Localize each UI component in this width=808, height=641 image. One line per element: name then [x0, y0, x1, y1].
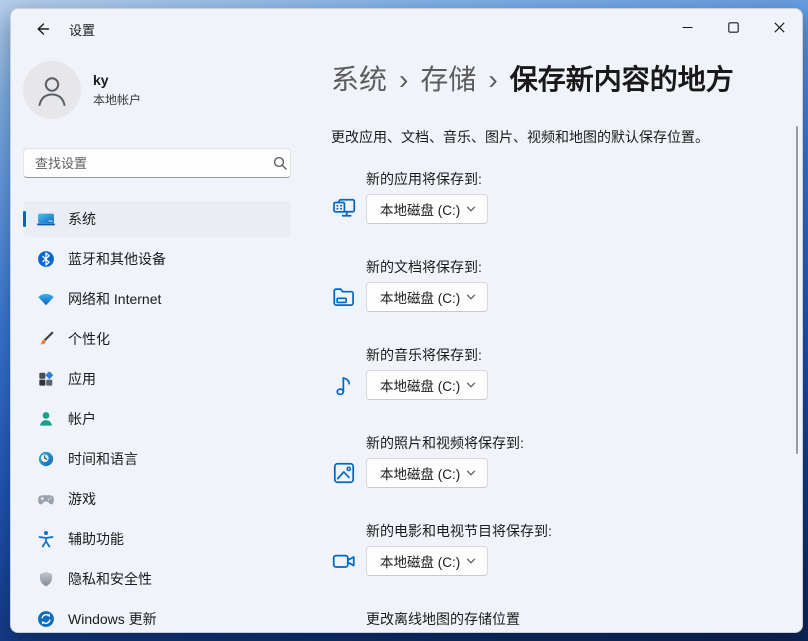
- sidebar-item-personalization[interactable]: 个性化: [23, 321, 291, 357]
- save-location-section-photos: 新的照片和视频将保存到: 本地磁盘 (C:): [331, 433, 802, 488]
- back-arrow-icon: [34, 21, 50, 37]
- page-title: 保存新内容的地方: [510, 64, 734, 95]
- sidebar-item-label: 游戏: [68, 489, 96, 509]
- user-account-type: 本地帐户: [93, 91, 141, 108]
- close-icon: [774, 22, 785, 33]
- breadcrumb-separator: ›: [488, 64, 497, 95]
- sidebar-item-accessibility[interactable]: 辅助功能: [23, 521, 291, 557]
- dropdown-value: 本地磁盘 (C:): [380, 463, 460, 483]
- maximize-icon: [728, 22, 739, 33]
- offline-maps-label: 更改离线地图的存储位置: [366, 609, 802, 629]
- new-documents-icon: [331, 284, 357, 310]
- bluetooth-icon: [36, 249, 56, 269]
- section-label: 新的应用将保存到:: [366, 169, 802, 189]
- sidebar: ky 本地帐户: [11, 49, 321, 633]
- titlebar: 设置: [11, 9, 802, 49]
- caption-controls: [664, 9, 802, 45]
- chevron-down-icon: [465, 379, 477, 391]
- music-location-dropdown[interactable]: 本地磁盘 (C:): [366, 370, 488, 400]
- settings-window: 设置 ky: [10, 8, 803, 633]
- section-label: 新的文档将保存到:: [366, 257, 802, 277]
- accounts-icon: [36, 409, 56, 429]
- save-location-section-apps: 新的应用将保存到: 本地磁盘 (C:): [331, 169, 802, 224]
- close-button[interactable]: [756, 9, 802, 45]
- search-input[interactable]: [23, 148, 291, 178]
- sidebar-item-gaming[interactable]: 游戏: [23, 481, 291, 517]
- new-music-icon: [331, 372, 357, 398]
- sidebar-item-time-language[interactable]: 时间和语言: [23, 441, 291, 477]
- system-icon: [36, 209, 56, 229]
- windows-update-icon: [36, 609, 56, 629]
- selected-indicator: [23, 211, 26, 227]
- apps-location-dropdown[interactable]: 本地磁盘 (C:): [366, 194, 488, 224]
- sidebar-item-label: Windows 更新: [68, 609, 157, 629]
- sidebar-item-label: 个性化: [68, 329, 110, 349]
- sidebar-item-bluetooth[interactable]: 蓝牙和其他设备: [23, 241, 291, 277]
- maximize-button[interactable]: [710, 9, 756, 45]
- search-icon: [273, 156, 287, 170]
- new-movies-tv-icon: [331, 548, 357, 574]
- minimize-icon: [682, 22, 693, 33]
- personalization-icon: [36, 329, 56, 349]
- chevron-down-icon: [465, 203, 477, 215]
- sidebar-item-privacy[interactable]: 隐私和安全性: [23, 561, 291, 597]
- save-location-section-movies: 新的电影和电视节目将保存到: 本地磁盘 (C:): [331, 521, 802, 576]
- apps-icon: [36, 369, 56, 389]
- breadcrumb: 系统 › 存储 › 保存新内容的地方: [331, 61, 802, 99]
- sidebar-item-label: 应用: [68, 369, 96, 389]
- network-icon: [36, 289, 56, 309]
- minimize-button[interactable]: [664, 9, 710, 45]
- sidebar-item-label: 网络和 Internet: [68, 289, 161, 309]
- breadcrumb-storage[interactable]: 存储: [420, 64, 476, 95]
- sidebar-item-windows-update[interactable]: Windows 更新: [23, 601, 291, 633]
- sidebar-item-label: 辅助功能: [68, 529, 124, 549]
- privacy-icon: [36, 569, 56, 589]
- sidebar-item-label: 蓝牙和其他设备: [68, 249, 166, 269]
- sidebar-item-label: 时间和语言: [68, 449, 138, 469]
- dropdown-value: 本地磁盘 (C:): [380, 287, 460, 307]
- vertical-scrollbar[interactable]: [796, 126, 798, 454]
- chevron-down-icon: [465, 555, 477, 567]
- user-name: ky: [93, 72, 141, 88]
- main-content: 系统 › 存储 › 保存新内容的地方 更改应用、文档、音乐、图片、视频和地图的默认保存位…: [321, 49, 802, 633]
- page-description: 更改应用、文档、音乐、图片、视频和地图的默认保存位置。: [331, 127, 802, 147]
- dropdown-value: 本地磁盘 (C:): [380, 375, 460, 395]
- section-label: 新的照片和视频将保存到:: [366, 433, 802, 453]
- sidebar-item-label: 隐私和安全性: [68, 569, 152, 589]
- gaming-icon: [36, 489, 56, 509]
- photos-location-dropdown[interactable]: 本地磁盘 (C:): [366, 458, 488, 488]
- sidebar-item-apps[interactable]: 应用: [23, 361, 291, 397]
- back-button[interactable]: [29, 17, 55, 41]
- sidebar-item-system[interactable]: 系统: [23, 201, 291, 237]
- save-location-section-documents: 新的文档将保存到: 本地磁盘 (C:): [331, 257, 802, 312]
- sidebar-nav: 系统 蓝牙和其他设备: [23, 201, 301, 633]
- breadcrumb-system[interactable]: 系统: [331, 64, 387, 95]
- user-account[interactable]: ky 本地帐户: [23, 61, 301, 119]
- sidebar-item-network[interactable]: 网络和 Internet: [23, 281, 291, 317]
- sidebar-item-accounts[interactable]: 帐户: [23, 401, 291, 437]
- accessibility-icon: [36, 529, 56, 549]
- save-location-section-music: 新的音乐将保存到: 本地磁盘 (C:): [331, 345, 802, 400]
- new-photos-videos-icon: [331, 460, 357, 486]
- sidebar-item-label: 帐户: [68, 409, 96, 429]
- sidebar-item-label: 系统: [68, 209, 96, 229]
- movies-location-dropdown[interactable]: 本地磁盘 (C:): [366, 546, 488, 576]
- documents-location-dropdown[interactable]: 本地磁盘 (C:): [366, 282, 488, 312]
- breadcrumb-separator: ›: [399, 64, 408, 95]
- time-language-icon: [36, 449, 56, 469]
- section-label: 新的电影和电视节目将保存到:: [366, 521, 802, 541]
- chevron-down-icon: [465, 467, 477, 479]
- person-icon: [34, 72, 70, 108]
- new-apps-icon: [331, 196, 357, 222]
- section-label: 新的音乐将保存到:: [366, 345, 802, 365]
- window-title: 设置: [69, 20, 95, 39]
- avatar: [23, 61, 81, 119]
- dropdown-value: 本地磁盘 (C:): [380, 551, 460, 571]
- dropdown-value: 本地磁盘 (C:): [380, 199, 460, 219]
- search-box: [23, 148, 301, 178]
- chevron-down-icon: [465, 291, 477, 303]
